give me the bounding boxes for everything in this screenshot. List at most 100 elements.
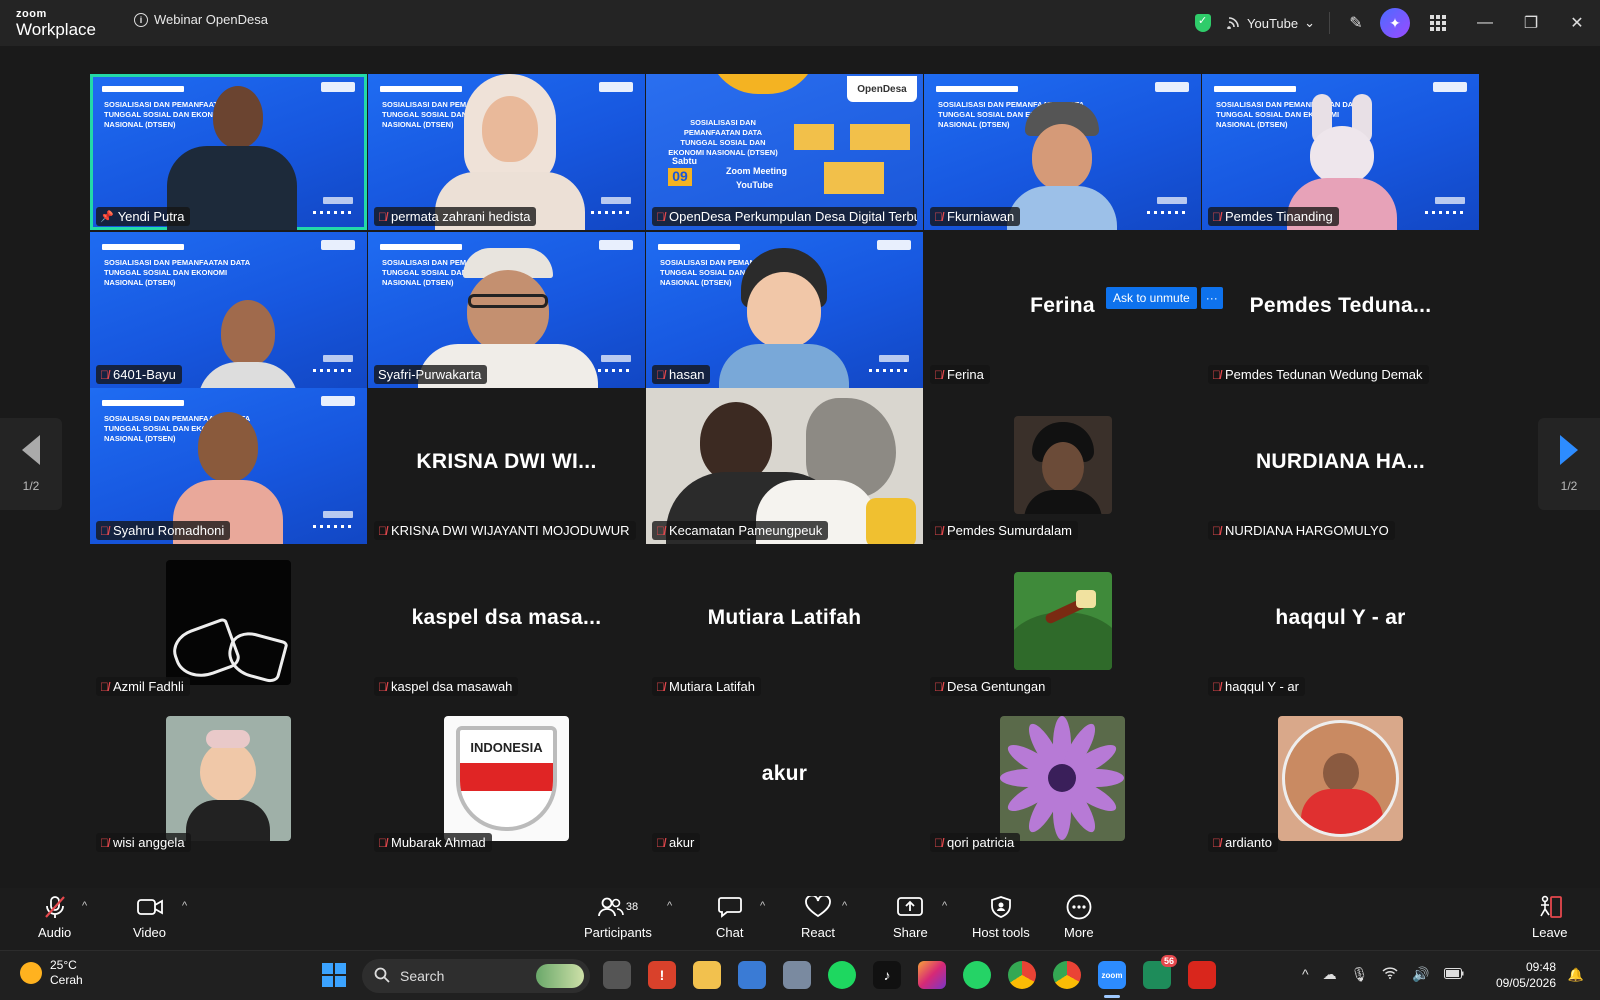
- participant-name: Mutiara Latifah: [669, 679, 755, 694]
- participants-options-chevron-icon[interactable]: ^: [667, 900, 672, 912]
- live-stream-icon: [1227, 15, 1241, 32]
- chrome-profile-icon[interactable]: [1053, 961, 1081, 989]
- avatar-tile[interactable]: 🎙̸ wisi anggela: [90, 700, 367, 856]
- video-tile[interactable]: SOSIALISASI DAN PEMANFAATAN DATA TUNGGAL…: [368, 74, 645, 230]
- close-icon[interactable]: ✕: [1554, 0, 1600, 46]
- mic-muted-icon: 🎙̸: [378, 835, 387, 850]
- avatar-tile[interactable]: 🎙̸ ardianto: [1202, 700, 1479, 856]
- live-stream-button[interactable]: YouTube ⌄: [1227, 15, 1315, 32]
- poster-tile[interactable]: OpenDesa SOSIALISASI DAN PEMANFAATAN DAT…: [646, 74, 923, 230]
- avatar-tile[interactable]: INDONESIA 🎙̸ Mubarak Ahmad: [368, 700, 645, 856]
- weather-widget[interactable]: 25°C Cerah: [20, 958, 83, 988]
- windows-start-icon[interactable]: [320, 961, 348, 989]
- previous-page-button[interactable]: 1/2: [0, 418, 62, 510]
- title-bar: zoom Workplace i Webinar OpenDesa YouTub…: [0, 0, 1600, 46]
- battery-icon[interactable]: [1443, 966, 1464, 983]
- video-off-tile[interactable]: akur 🎙̸ akur: [646, 700, 923, 856]
- spotify-icon[interactable]: [828, 961, 856, 989]
- video-off-tile[interactable]: haqqul Y - ar 🎙̸ haqqul Y - ar: [1202, 544, 1479, 700]
- participant-name: Ferina: [947, 367, 984, 382]
- apps-grid-icon[interactable]: [1422, 7, 1454, 39]
- chat-button[interactable]: Chat: [716, 894, 743, 940]
- participant-name-tag: 🎙̸ NURDIANA HARGOMULYO: [1208, 521, 1395, 540]
- whatsapp-icon[interactable]: [963, 961, 991, 989]
- participant-name-tag: 🎙̸ 6401-Bayu: [96, 365, 182, 384]
- ask-to-unmute-button[interactable]: Ask to unmute: [1106, 287, 1197, 309]
- restore-icon[interactable]: ❐: [1508, 0, 1554, 46]
- file-explorer-icon[interactable]: [693, 961, 721, 989]
- video-tile[interactable]: SOSIALISASI DAN PEMANFAATAN DATA TUNGGAL…: [90, 388, 367, 544]
- video-options-chevron-icon[interactable]: ^: [182, 900, 187, 912]
- system-tray: ^ ☁ 🎙 🔊: [1302, 966, 1464, 983]
- share-options-chevron-icon[interactable]: ^: [942, 900, 947, 912]
- video-off-tile[interactable]: Pemdes Teduna... 🎙̸ Pemdes Tedunan Wedun…: [1202, 232, 1479, 388]
- more-button[interactable]: More: [1064, 894, 1094, 940]
- chevron-up-icon[interactable]: ^: [1302, 966, 1309, 983]
- avatar-tile[interactable]: 🎙̸ qori patricia: [924, 700, 1201, 856]
- mic-muted-icon: 🎙̸: [656, 367, 665, 382]
- onedrive-icon[interactable]: ☁: [1323, 966, 1337, 983]
- leave-button[interactable]: Leave: [1532, 894, 1567, 940]
- avatar-body: [1007, 186, 1117, 230]
- host-tools-button[interactable]: Host tools: [972, 894, 1030, 940]
- participant-avatar: [1278, 716, 1403, 841]
- poster-date: 09: [668, 168, 692, 186]
- notifications-bell-icon[interactable]: 🔔: [1568, 967, 1584, 983]
- mic-muted-icon: 🎙̸: [934, 835, 943, 850]
- task-view-icon[interactable]: [603, 961, 631, 989]
- video-tile[interactable]: SOSIALISASI DAN PEMANFAATAN DATA TUNGGAL…: [646, 232, 923, 388]
- react-options-chevron-icon[interactable]: ^: [842, 900, 847, 912]
- video-off-tile[interactable]: Ferina 🎙̸ Ferina: [924, 232, 1201, 388]
- react-button[interactable]: React: [801, 894, 835, 940]
- pdf-reader-icon[interactable]: [1188, 961, 1216, 989]
- avatar-tile[interactable]: 🎙̸ Desa Gentungan: [924, 544, 1201, 700]
- video-button[interactable]: Video: [133, 894, 166, 940]
- video-off-tile[interactable]: Mutiara Latifah 🎙̸ Mutiara Latifah: [646, 544, 923, 700]
- office-app-icon[interactable]: !: [648, 961, 676, 989]
- next-page-button[interactable]: 1/2: [1538, 418, 1600, 510]
- audio-button[interactable]: Audio: [38, 894, 71, 940]
- tiktok-icon[interactable]: ♪: [873, 961, 901, 989]
- wifi-icon[interactable]: [1382, 966, 1398, 983]
- share-button[interactable]: Share: [893, 894, 928, 940]
- info-icon[interactable]: i: [134, 12, 148, 27]
- mic-muted-icon: 🎙̸: [656, 523, 665, 538]
- system-clock[interactable]: 09:48 09/05/2026: [1496, 959, 1556, 991]
- participant-name-tag: 🎙̸ hasan: [652, 365, 711, 384]
- store-icon[interactable]: [738, 961, 766, 989]
- camera-app-icon[interactable]: [783, 961, 811, 989]
- video-tile[interactable]: SOSIALISASI DAN PEMANFAATAN DATA TUNGGAL…: [1202, 74, 1479, 230]
- video-off-tile[interactable]: kaspel dsa masa... 🎙̸ kaspel dsa masawah: [368, 544, 645, 700]
- participant-name-tag: 🎙̸ KRISNA DWI WIJAYANTI MOJODUWUR: [374, 521, 636, 540]
- security-shield-icon[interactable]: [1195, 14, 1211, 32]
- video-tile[interactable]: SOSIALISASI DAN PEMANFAATAN DATA TUNGGAL…: [924, 74, 1201, 230]
- participant-name-tag: 🎙̸ wisi anggela: [96, 833, 191, 852]
- video-off-tile[interactable]: NURDIANA HA... 🎙̸ NURDIANA HARGOMULYO: [1202, 388, 1479, 544]
- taskbar-search[interactable]: Search: [362, 959, 590, 993]
- chat-options-chevron-icon[interactable]: ^: [760, 900, 765, 912]
- ai-companion-icon[interactable]: ✦: [1380, 8, 1410, 38]
- messaging-app-icon[interactable]: 56: [1143, 955, 1177, 989]
- minimize-icon[interactable]: —: [1462, 0, 1508, 46]
- weather-sun-icon: [20, 962, 42, 984]
- participants-button[interactable]: 38 Participants: [584, 894, 652, 940]
- meeting-info[interactable]: i Webinar OpenDesa: [134, 12, 268, 27]
- chrome-icon[interactable]: [1008, 961, 1036, 989]
- zoom-app-icon[interactable]: zoom: [1098, 961, 1126, 989]
- volume-icon[interactable]: 🔊: [1412, 966, 1429, 983]
- instagram-icon[interactable]: [918, 961, 946, 989]
- audio-options-chevron-icon[interactable]: ^: [82, 900, 87, 912]
- tile-more-button[interactable]: ···: [1200, 287, 1223, 309]
- avatar-tile[interactable]: 🎙̸ Azmil Fadhli: [90, 544, 367, 700]
- avatar-tile[interactable]: 🎙̸ Pemdes Sumurdalam: [924, 388, 1201, 544]
- participant-name-tag: 🎙̸ Syahru Romadhoni: [96, 521, 231, 540]
- pencil-icon[interactable]: ✎: [1340, 7, 1372, 39]
- participants-label: Participants: [584, 925, 652, 940]
- video-tile[interactable]: SOSIALISASI DAN PEMANFAATAN DATA TUNGGAL…: [368, 232, 645, 388]
- participant-name: Syafri-Purwakarta: [378, 367, 482, 382]
- video-tile[interactable]: SOSIALISASI DAN PEMANFAATAN DATA TUNGGAL…: [90, 232, 367, 388]
- video-off-tile[interactable]: KRISNA DWI WI... 🎙̸ KRISNA DWI WIJAYANTI…: [368, 388, 645, 544]
- mic-icon[interactable]: 🎙: [1351, 966, 1369, 983]
- camera-tile[interactable]: 🎙̸ Kecamatan Pameungpeuk: [646, 388, 923, 544]
- video-tile[interactable]: SOSIALISASI DAN PEMANFAATAN DATA TUNGGAL…: [90, 74, 367, 230]
